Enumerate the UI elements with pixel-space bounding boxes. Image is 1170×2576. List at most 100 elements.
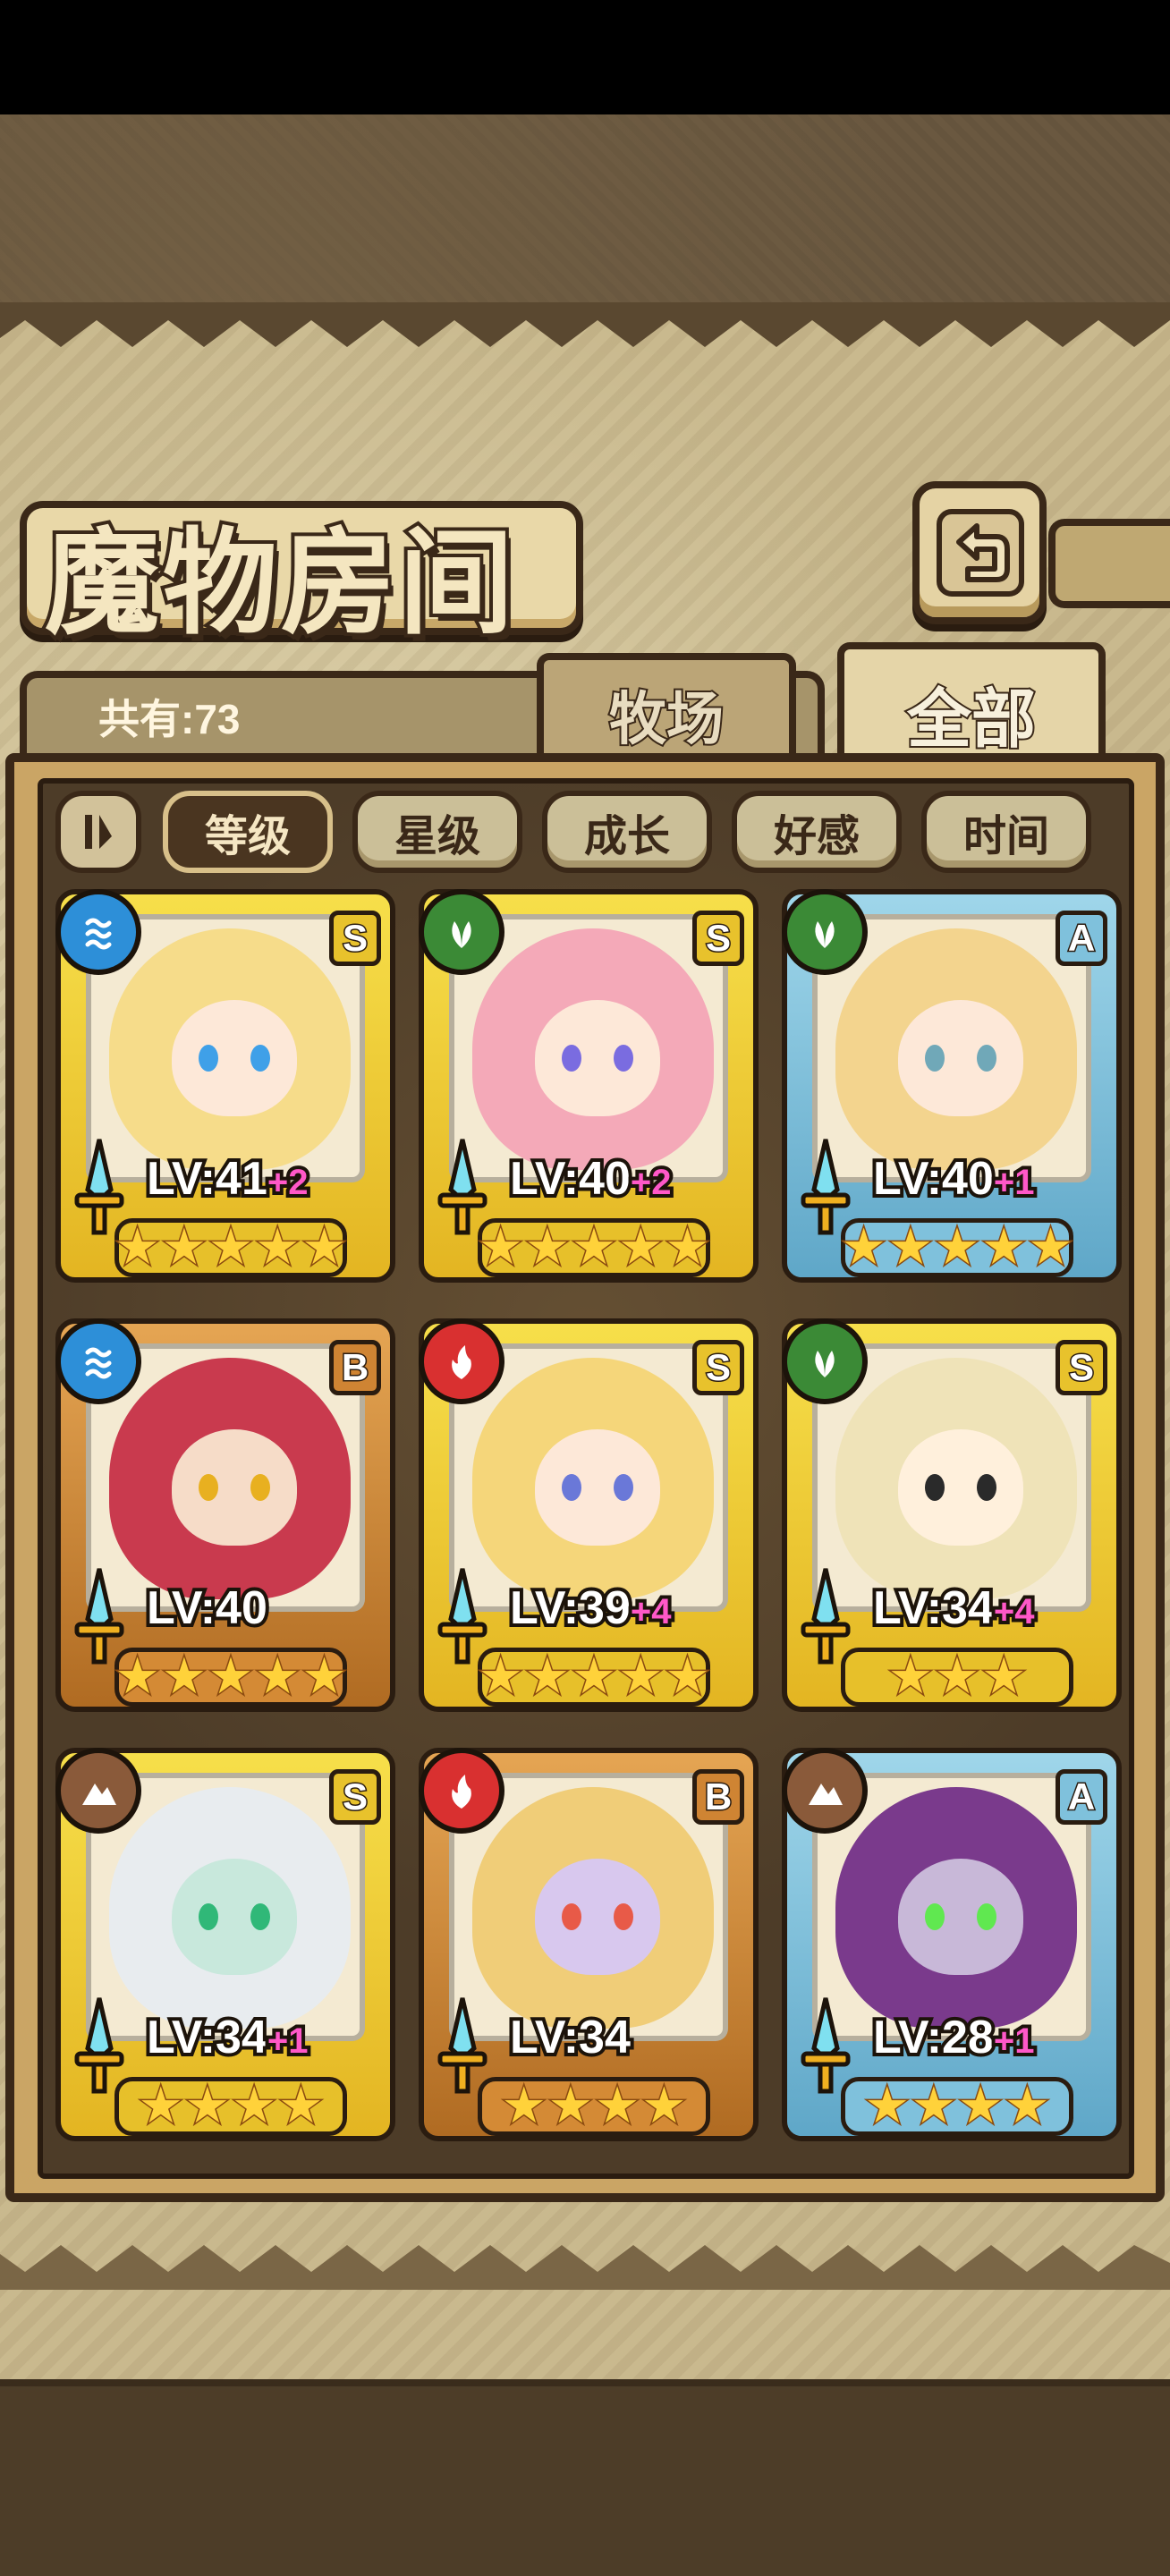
monster-card[interactable]: B LV:34 ★ ★ ★ ★	[419, 1748, 759, 2141]
star-rating: ★ ★ ★ ★ ★	[840, 1218, 1074, 1277]
portrait-face	[535, 1429, 660, 1546]
star-icon: ★	[114, 1648, 161, 1706]
monster-card[interactable]: B LV:40 ★ ★ ★ ★ ★	[55, 1318, 395, 1712]
star-icon: ★	[617, 1648, 665, 1706]
rank-badge: S	[329, 911, 381, 966]
monster-card[interactable]: S LV:34+1 ★ ★ ★ ★	[55, 1748, 395, 2141]
page-title: 魔物房间	[41, 513, 518, 654]
star-icon: ★	[1027, 1218, 1074, 1276]
star-icon: ★	[933, 1648, 980, 1706]
back-rail	[1048, 519, 1170, 608]
monster-card[interactable]: S LV:41+2 ★ ★ ★ ★ ★	[55, 889, 395, 1283]
monster-card[interactable]: A LV:40+1 ★ ★ ★ ★ ★	[782, 889, 1122, 1283]
star-icon: ★	[664, 1648, 711, 1706]
level-bonus: +4	[627, 1589, 675, 1635]
sort-stars-button[interactable]: 星级	[352, 791, 522, 873]
portrait-face	[172, 1859, 297, 1975]
star-icon: ★	[523, 1648, 571, 1706]
portrait-eye	[977, 1474, 996, 1501]
element-water-icon	[55, 889, 141, 975]
panel-top-edge	[0, 302, 1170, 347]
star-rating: ★ ★ ★ ★	[114, 2077, 347, 2136]
portrait-face	[172, 1429, 297, 1546]
star-icon: ★	[617, 1218, 665, 1276]
rank-badge: A	[1056, 1769, 1107, 1825]
portrait-eye	[562, 1474, 581, 1501]
star-rating: ★ ★ ★ ★	[478, 2077, 710, 2136]
level-bonus: +1	[264, 2018, 312, 2064]
star-icon: ★	[956, 2077, 1004, 2135]
portrait-eye	[199, 1903, 218, 1930]
element-fire-icon	[419, 1748, 504, 1834]
portrait-eye	[199, 1474, 218, 1501]
sort-order-icon	[85, 815, 112, 849]
monster-level: LV:40	[143, 1579, 271, 1638]
level-text: LV:40	[869, 1149, 997, 1208]
back-button[interactable]	[912, 481, 1047, 624]
monster-card[interactable]: S LV:40+2 ★ ★ ★ ★ ★	[419, 889, 759, 1283]
sort-level-button[interactable]: 等级	[163, 791, 333, 873]
star-icon: ★	[301, 1218, 348, 1276]
monster-card[interactable]: A LV:28+1 ★ ★ ★ ★	[782, 1748, 1122, 2141]
element-earth-icon	[55, 1748, 141, 1834]
portrait-eye	[614, 1474, 633, 1501]
element-water-icon	[55, 1318, 141, 1404]
star-rating: ★ ★ ★ ★ ★	[114, 1648, 348, 1707]
star-icon: ★	[137, 2077, 184, 2135]
star-icon: ★	[980, 1218, 1028, 1276]
portrait-face	[898, 1429, 1023, 1546]
star-icon: ★	[933, 1218, 980, 1276]
star-icon: ★	[886, 1218, 934, 1276]
element-leaf-icon	[782, 889, 868, 975]
star-rating: ★ ★ ★ ★ ★	[477, 1218, 711, 1277]
star-icon: ★	[207, 1218, 254, 1276]
element-earth-icon	[782, 1748, 868, 1834]
star-icon: ★	[664, 1218, 711, 1276]
monster-level: LV:28+1	[869, 2008, 1038, 2067]
portrait-eye	[250, 1903, 270, 1930]
star-icon: ★	[114, 1218, 161, 1276]
sort-time-button[interactable]: 时间	[921, 791, 1091, 873]
portrait-face	[172, 1000, 297, 1116]
monster-level: LV:34	[506, 2008, 634, 2067]
monster-level: LV:34+1	[143, 2008, 312, 2067]
portrait-eye	[562, 1903, 581, 1930]
star-rating: ★ ★ ★	[841, 1648, 1073, 1707]
star-icon: ★	[886, 1648, 934, 1706]
level-text: LV:40	[506, 1149, 634, 1208]
portrait-face	[898, 1000, 1023, 1116]
star-rating: ★ ★ ★ ★ ★	[477, 1648, 711, 1707]
level-text: LV:34	[869, 1579, 997, 1638]
monster-level: LV:39+4	[506, 1579, 675, 1638]
sort-order-toggle[interactable]	[55, 791, 141, 873]
level-bonus: +4	[990, 1589, 1039, 1635]
monster-card[interactable]: S LV:39+4 ★ ★ ★ ★ ★	[419, 1318, 759, 1712]
monster-level: LV:40+2	[506, 1149, 674, 1208]
monster-level: LV:40+1	[869, 1149, 1038, 1208]
status-bar	[0, 0, 1170, 114]
level-text: LV:40	[143, 1579, 271, 1638]
star-icon: ★	[207, 1648, 254, 1706]
portrait-eye	[925, 1045, 945, 1072]
sort-growth-button[interactable]: 成长	[542, 791, 712, 873]
star-icon: ★	[980, 1648, 1028, 1706]
star-icon: ★	[523, 1218, 571, 1276]
sort-affection-button[interactable]: 好感	[732, 791, 902, 873]
star-icon: ★	[254, 1218, 301, 1276]
star-icon: ★	[547, 2077, 594, 2135]
element-leaf-icon	[419, 889, 504, 975]
tab-ranch[interactable]: 牧场	[537, 653, 796, 769]
portrait-face	[898, 1859, 1023, 1975]
star-icon: ★	[840, 1218, 887, 1276]
background-bottom	[0, 2379, 1170, 2576]
star-icon: ★	[570, 1218, 617, 1276]
rank-badge: S	[692, 911, 744, 966]
rank-badge: S	[329, 1769, 381, 1825]
portrait-eye	[925, 1903, 945, 1930]
star-rating: ★ ★ ★ ★	[841, 2077, 1073, 2136]
star-icon: ★	[477, 1648, 524, 1706]
level-text: LV:41	[143, 1149, 271, 1208]
portrait-eye	[199, 1045, 218, 1072]
monster-card[interactable]: S LV:34+4 ★ ★ ★	[782, 1318, 1122, 1712]
rank-badge: A	[1056, 911, 1107, 966]
